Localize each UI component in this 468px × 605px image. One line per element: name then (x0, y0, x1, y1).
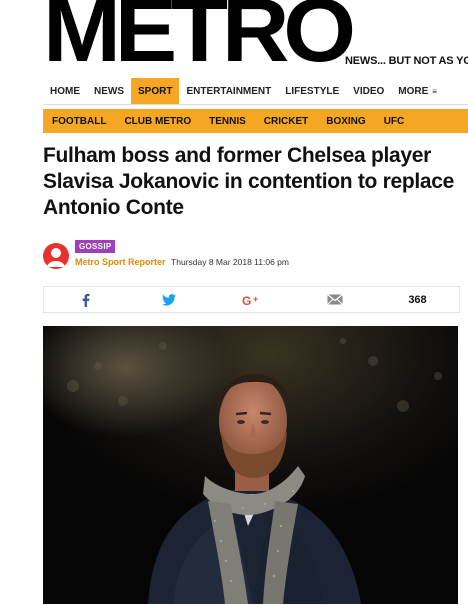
masthead: METRO NEWS... BUT NOT AS YOU KNOW IT (43, 0, 468, 70)
category-badge[interactable]: GOSSIP (75, 240, 116, 253)
nav-item-label: VIDEO (353, 85, 385, 97)
masthead-tagline: NEWS... BUT NOT AS YOU KNOW IT (345, 55, 468, 67)
metro-logo[interactable]: METRO (43, 0, 356, 70)
google-plus-icon: G + (242, 294, 258, 306)
share-twitter-button[interactable] (127, 293, 210, 306)
nav-item-label: SPORT (138, 85, 173, 97)
author-avatar-icon[interactable] (43, 243, 69, 269)
nav-item-video[interactable]: VIDEO (346, 78, 391, 104)
subnav-item-tennis[interactable]: TENNIS (200, 116, 255, 127)
nav-item-label: LIFESTYLE (285, 85, 340, 97)
share-count: 368 (408, 293, 427, 306)
nav-item-label: NEWS (94, 85, 124, 97)
subnav-item-ufc[interactable]: UFC (375, 116, 414, 127)
author-name[interactable]: Metro Sport Reporter (75, 257, 166, 267)
nav-item-label: ENTERTAINMENT (186, 85, 272, 97)
jokanovic-photo (43, 326, 458, 604)
share-facebook-button[interactable] (44, 293, 127, 307)
main-nav: HOME NEWS SPORT ENTERTAINMENT LIFESTYLE … (43, 78, 468, 105)
subnav-item-club-metro[interactable]: CLUB METRO (115, 116, 200, 127)
nav-item-sport[interactable]: SPORT (131, 78, 180, 104)
svg-text:+: + (253, 294, 258, 304)
nav-item-more[interactable]: MORE ≡ (391, 78, 444, 104)
share-google-plus-button[interactable]: G + (210, 294, 293, 306)
author-line: Metro Sport Reporter Thursday 8 Mar 2018… (75, 257, 289, 267)
subnav-item-boxing[interactable]: BOXING (317, 116, 374, 127)
subnav-item-football[interactable]: FOOTBALL (43, 116, 115, 127)
subnav-item-cricket[interactable]: CRICKET (255, 116, 317, 127)
nav-item-label: HOME (50, 85, 80, 97)
twitter-icon (161, 293, 176, 306)
sport-sub-nav: FOOTBALL CLUB METRO TENNIS CRICKET BOXIN… (43, 109, 468, 133)
chevron-down-icon: ≡ (432, 86, 437, 96)
article-headline: Fulham boss and former Chelsea player Sl… (43, 144, 455, 219)
article-hero-image[interactable] (43, 326, 458, 604)
nav-item-label: MORE (398, 85, 429, 97)
share-bar: G + 368 (43, 286, 460, 313)
nav-item-news[interactable]: NEWS (87, 78, 131, 104)
svg-text:G: G (242, 294, 251, 306)
nav-item-home[interactable]: HOME (43, 78, 87, 104)
share-email-button[interactable] (293, 294, 376, 305)
nav-item-entertainment[interactable]: ENTERTAINMENT (179, 78, 278, 104)
email-icon (326, 294, 343, 305)
nav-item-lifestyle[interactable]: LIFESTYLE (278, 78, 346, 104)
publish-date: Thursday 8 Mar 2018 11:06 pm (171, 257, 289, 267)
byline: GOSSIP Metro Sport Reporter Thursday 8 M… (43, 240, 463, 274)
facebook-icon (82, 293, 89, 307)
